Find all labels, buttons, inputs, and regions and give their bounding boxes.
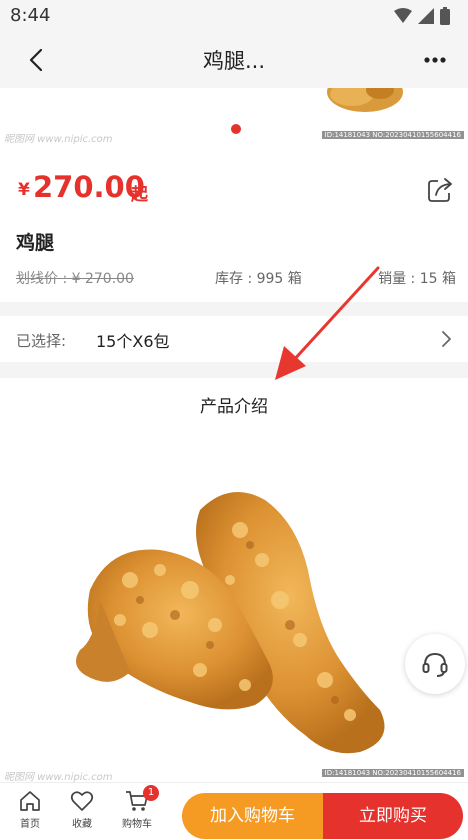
tab-favorite[interactable]: 收藏 <box>62 789 102 839</box>
product-meta: 划线价 : ¥ 270.00 库存 : 995 箱 销量 : 15 箱 <box>0 266 468 288</box>
page-title: 鸡腿... <box>202 49 266 73</box>
chevron-right-icon <box>442 331 451 347</box>
watermark-text: 昵图网 www.nipic.com <box>4 772 113 783</box>
watermark-text: 昵图网 www.nipic.com <box>4 134 113 145</box>
watermark-id: ID:14181043 NO:20230410155604416 <box>321 769 464 777</box>
price: 270.00 <box>33 170 145 204</box>
original-price: 划线价 : ¥ 270.00 <box>16 271 134 287</box>
product-info: ¥ 270.00 起 鸡腿 划线价 : ¥ 270.00 库存 : 995 箱 … <box>0 146 468 302</box>
carousel-indicator-dot[interactable] <box>231 124 241 134</box>
selected-value: 15个X6包 <box>96 332 170 351</box>
fried-chicken-image <box>76 492 385 754</box>
bottom-action-bar: 首页 收藏 1 购物车 加入购物车 立即购买 <box>0 782 468 840</box>
tab-home-label: 首页 <box>20 819 40 830</box>
status-time: 8:44 <box>10 5 51 26</box>
product-detail-image: 昵图网 www.nipic.com ID:14181043 NO:2023041… <box>0 440 468 783</box>
wifi-icon <box>394 8 412 23</box>
intro-title: 产品介绍 <box>200 397 268 417</box>
signal-icon <box>418 8 434 24</box>
status-icons <box>394 6 450 26</box>
customer-service-button[interactable] <box>405 634 465 694</box>
battery-icon <box>440 7 450 25</box>
add-to-cart-button[interactable]: 加入购物车 <box>182 793 323 839</box>
section-divider <box>0 302 468 316</box>
currency-symbol: ¥ <box>18 180 30 200</box>
status-bar: 8:44 <box>0 0 468 32</box>
more-dots-icon[interactable] <box>422 50 448 70</box>
tab-home[interactable]: 首页 <box>10 789 50 839</box>
section-divider <box>0 362 468 378</box>
headset-icon <box>422 652 448 677</box>
sales-count: 销量 : 15 箱 <box>378 271 456 287</box>
nav-bar: 鸡腿... <box>0 32 468 88</box>
tab-favorite-label: 收藏 <box>72 819 92 830</box>
home-icon <box>20 791 40 811</box>
product-name: 鸡腿 <box>16 232 55 254</box>
heart-icon <box>70 791 94 811</box>
watermark-id: ID:14181043 NO:20230410155604416 <box>321 131 464 139</box>
selected-label: 已选择: <box>16 332 67 350</box>
tab-cart-label: 购物车 <box>122 819 152 830</box>
price-suffix: 起 <box>131 185 148 205</box>
buy-now-button[interactable]: 立即购买 <box>323 793 463 839</box>
share-icon[interactable] <box>426 176 454 204</box>
stock-count: 库存 : 995 箱 <box>215 271 302 287</box>
tab-cart[interactable]: 1 购物车 <box>117 785 159 839</box>
image-carousel[interactable]: 昵图网 www.nipic.com ID:14181043 NO:2023041… <box>0 88 468 146</box>
spec-selector[interactable]: 已选择: 15个X6包 <box>0 316 468 362</box>
cart-badge: 1 <box>143 785 159 801</box>
